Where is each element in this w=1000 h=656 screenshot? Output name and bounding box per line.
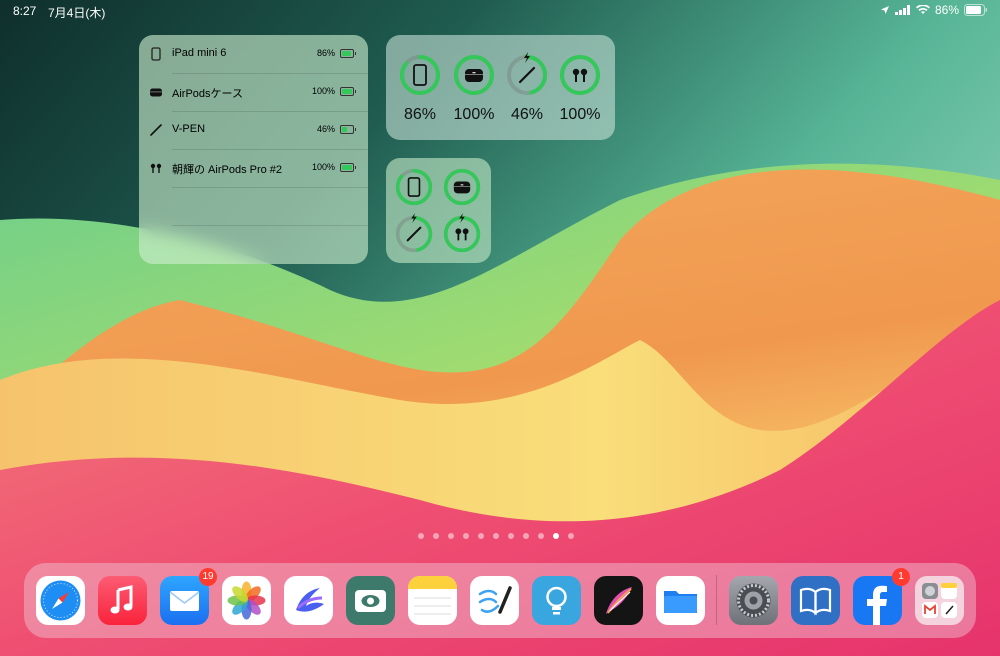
device-battery-pct: 46% xyxy=(316,124,335,134)
battery-charging-icon xyxy=(340,163,356,172)
airpods-case-icon xyxy=(149,85,163,99)
notification-badge: 1 xyxy=(892,568,910,586)
page-dot[interactable] xyxy=(433,533,439,539)
tips-icon[interactable] xyxy=(532,576,581,625)
facebook-icon[interactable]: 1 xyxy=(853,568,910,625)
device-battery-pct: 86% xyxy=(316,48,335,58)
dock-divider xyxy=(716,575,717,625)
battery-list-widget[interactable]: iPad mini 6 86% AirPodsケース 100% V-PEN 46… xyxy=(139,35,368,264)
status-time: 8:27 xyxy=(13,4,37,18)
lumafusion-icon[interactable] xyxy=(284,576,333,625)
status-date: 7月4日(木) xyxy=(48,6,106,20)
battery-ring xyxy=(442,213,482,254)
battery-row: 朝輝の AirPods Pro #2 100% xyxy=(139,149,368,187)
music-icon[interactable] xyxy=(98,576,147,625)
mail-icon[interactable]: 19 xyxy=(160,568,217,625)
ipad-icon xyxy=(149,47,163,61)
battery-ring xyxy=(442,167,482,207)
page-indicator[interactable] xyxy=(418,533,574,539)
device-name: AirPodsケース xyxy=(172,88,243,100)
wifi-icon xyxy=(915,5,930,14)
freeform-icon[interactable] xyxy=(470,576,519,625)
ring-battery-pct: 86% xyxy=(403,106,437,123)
airpods-pro-icon xyxy=(572,68,588,82)
files-icon[interactable] xyxy=(656,576,705,625)
airpods-case-icon xyxy=(453,181,471,194)
procreate-icon[interactable] xyxy=(594,576,643,625)
page-dot[interactable] xyxy=(448,533,454,539)
ring-level xyxy=(400,55,440,95)
battery-level-icon xyxy=(340,87,356,96)
battery-ring xyxy=(398,53,442,97)
ring-level xyxy=(443,215,481,253)
device-name: V-PEN xyxy=(172,123,206,135)
battery-ring xyxy=(452,53,496,97)
settings-icon[interactable] xyxy=(729,576,778,625)
battery-charging-icon xyxy=(340,125,356,134)
battery-row: AirPodsケース 100% xyxy=(139,73,368,111)
device-name: iPad mini 6 xyxy=(172,47,227,59)
scanner-icon[interactable] xyxy=(346,576,395,625)
airpods-pro-icon xyxy=(455,228,469,241)
airpods-pro-icon xyxy=(149,161,163,175)
airpods-case-icon xyxy=(465,69,483,82)
cellular-signal-icon xyxy=(894,5,910,15)
ipad-icon xyxy=(407,177,421,197)
ring-battery-pct: 100% xyxy=(559,106,601,123)
dock: 19 1 xyxy=(24,563,976,638)
page-dot[interactable] xyxy=(523,533,529,539)
battery-rings-widget[interactable]: 86% 100% 46% 100% xyxy=(386,35,615,140)
row-divider xyxy=(172,187,368,188)
app-library-icon[interactable] xyxy=(915,576,964,625)
row-divider xyxy=(172,225,368,226)
battery-row: iPad mini 6 86% xyxy=(139,35,368,73)
status-battery-pct: 86% xyxy=(934,3,959,17)
battery-icon xyxy=(964,4,987,16)
battery-ring xyxy=(394,167,434,207)
battery-row: V-PEN 46% xyxy=(139,111,368,149)
device-battery-pct: 100% xyxy=(311,162,335,172)
battery-ring xyxy=(394,213,434,254)
books-icon[interactable] xyxy=(791,576,840,625)
ring-battery-pct: 46% xyxy=(510,106,544,123)
battery-grid-widget[interactable] xyxy=(386,158,491,263)
status-bar: 8:27 7月4日(木) 86% xyxy=(0,0,1000,20)
photos-icon[interactable] xyxy=(222,576,271,625)
page-dot[interactable] xyxy=(463,533,469,539)
battery-ring xyxy=(558,53,602,97)
battery-ring xyxy=(505,52,549,97)
page-dot[interactable] xyxy=(493,533,499,539)
device-battery-pct: 100% xyxy=(311,86,335,96)
device-name: 朝輝の AirPods Pro #2 xyxy=(172,164,283,176)
page-dot[interactable] xyxy=(418,533,424,539)
notification-badge: 19 xyxy=(199,568,217,586)
location-arrow-icon xyxy=(880,6,889,14)
ipad-icon xyxy=(413,64,427,86)
ring-level xyxy=(560,55,600,95)
ring-battery-pct: 100% xyxy=(453,106,495,123)
page-dot[interactable] xyxy=(568,533,574,539)
notes-icon[interactable] xyxy=(408,576,457,625)
ring-level xyxy=(395,168,433,206)
battery-level-icon xyxy=(340,49,356,58)
pencil-icon xyxy=(518,66,536,84)
page-dot[interactable] xyxy=(553,533,559,539)
pencil-icon xyxy=(149,123,163,137)
page-dot[interactable] xyxy=(478,533,484,539)
page-dot[interactable] xyxy=(538,533,544,539)
pencil-icon xyxy=(406,226,422,242)
page-dot[interactable] xyxy=(508,533,514,539)
status-right-group: 86% xyxy=(880,3,988,17)
safari-icon[interactable] xyxy=(36,576,85,625)
